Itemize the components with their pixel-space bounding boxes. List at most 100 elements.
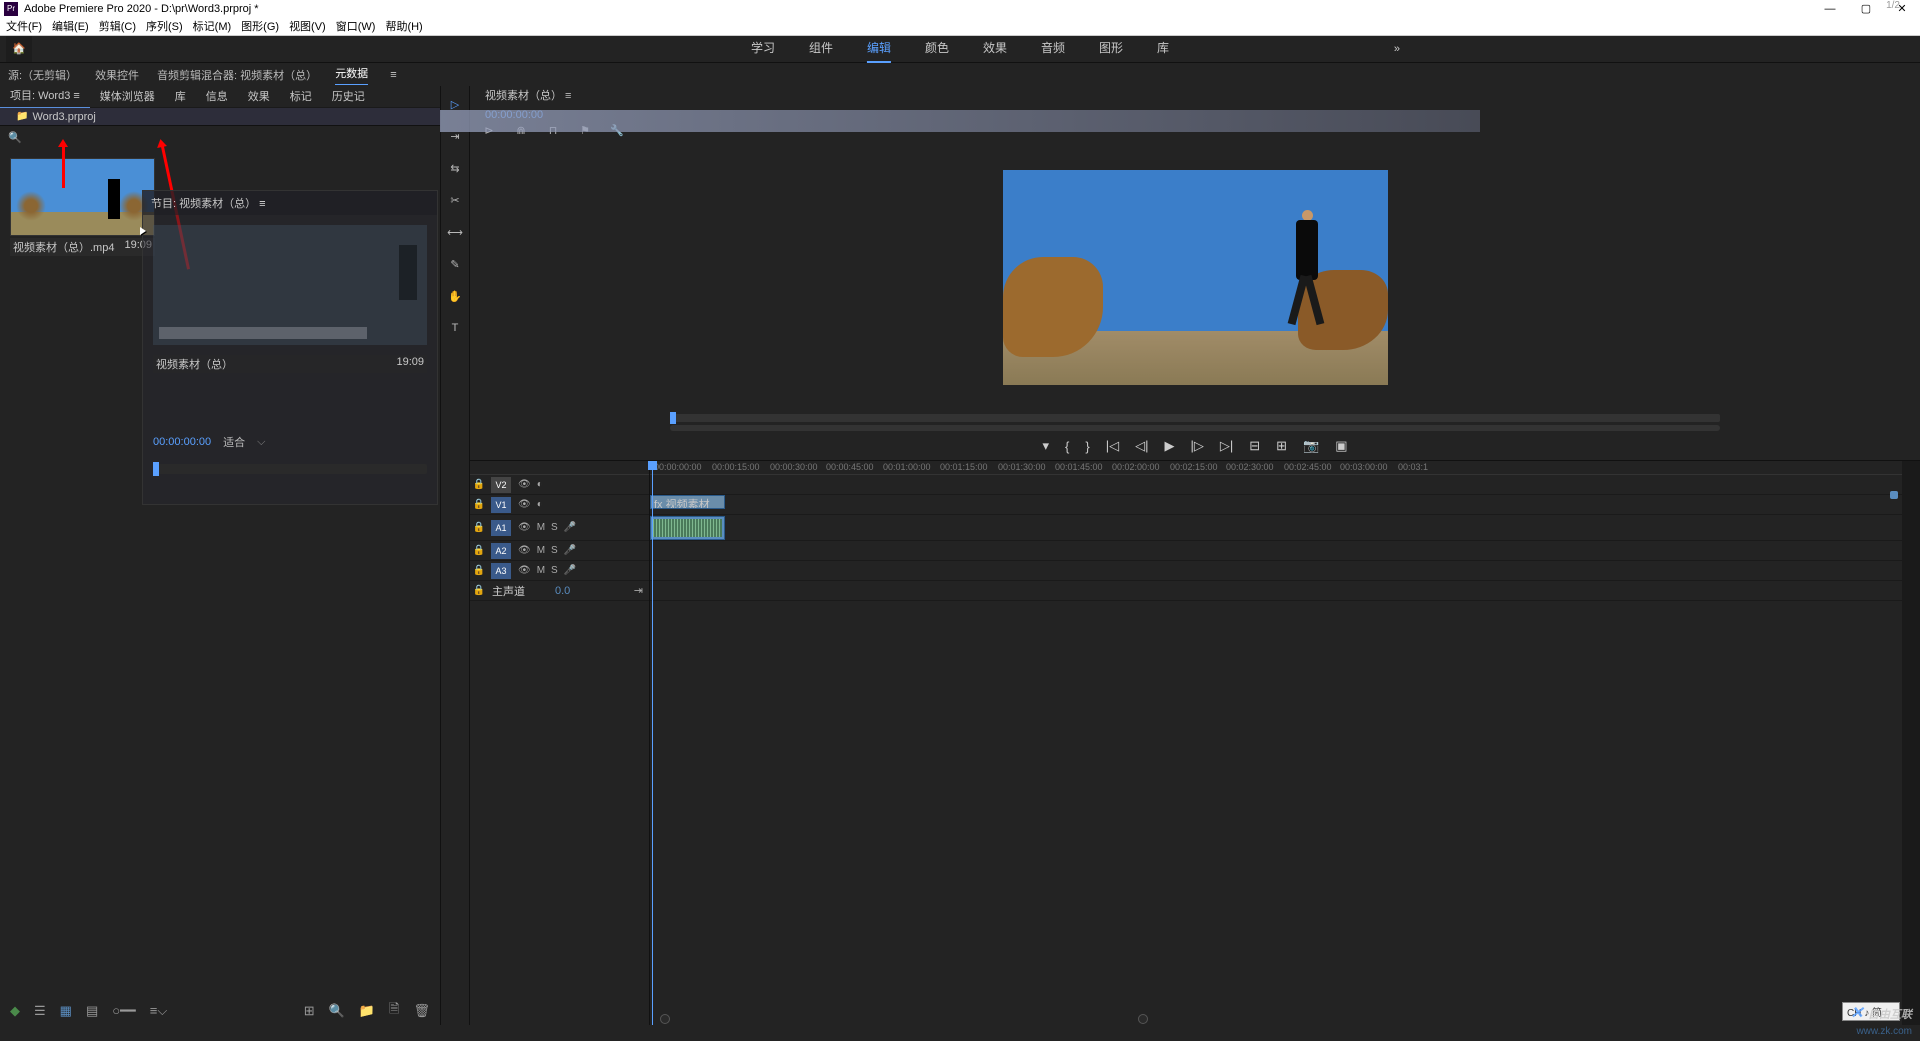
- track-v1[interactable]: V1: [491, 497, 511, 513]
- home-button[interactable]: 🏠: [6, 36, 32, 62]
- ws-edit[interactable]: 编辑: [867, 35, 891, 63]
- timeline-zoom-handle[interactable]: [660, 1014, 670, 1024]
- src-zoom-fit[interactable]: 适合: [223, 434, 245, 450]
- solo-button[interactable]: S: [551, 522, 558, 533]
- type-tool[interactable]: T: [446, 322, 464, 340]
- track-a3[interactable]: A3: [491, 563, 511, 579]
- ws-learn[interactable]: 学习: [751, 35, 775, 63]
- mark-in-button[interactable]: {: [1065, 439, 1069, 454]
- mute-button[interactable]: M: [537, 565, 545, 576]
- lock-icon[interactable]: 🔒: [470, 499, 488, 510]
- tab-effects-panel[interactable]: 效果: [238, 86, 280, 108]
- lock-icon[interactable]: 🔒: [470, 522, 488, 533]
- menu-sequence[interactable]: 序列(S): [146, 18, 183, 35]
- voice-over-icon[interactable]: 🎤: [564, 522, 576, 533]
- comparison-icon[interactable]: ▣: [1335, 438, 1347, 454]
- project-clip[interactable]: 视频素材（总）.mp419:09: [10, 158, 155, 1015]
- mark-out-button[interactable]: }: [1085, 439, 1089, 454]
- tab-source[interactable]: 源:（无剪辑）: [8, 67, 77, 83]
- ws-library[interactable]: 库: [1157, 35, 1169, 63]
- trash-icon[interactable]: 🗑: [413, 1003, 430, 1019]
- menu-window[interactable]: 窗口(W): [336, 18, 376, 35]
- list-view-icon[interactable]: ☰: [34, 1003, 46, 1019]
- video-clip[interactable]: fx 视频素材（…: [650, 495, 725, 509]
- lift-icon[interactable]: ⊟: [1249, 438, 1260, 454]
- icon-view-icon[interactable]: ▦: [60, 1003, 72, 1019]
- time-ruler[interactable]: 00:00:00:00 00:00:15:00 00:00:30:00 00:0…: [650, 461, 1902, 475]
- tab-project[interactable]: 项目: Word3 ≡: [0, 85, 90, 108]
- solo-button[interactable]: S: [551, 565, 558, 576]
- mute-button[interactable]: M: [537, 545, 545, 556]
- new-bin-icon[interactable]: 📁: [359, 1003, 375, 1019]
- sync-lock-icon[interactable]: ◐: [537, 499, 543, 510]
- project-file-row[interactable]: 📁 Word3.prproj: [0, 108, 440, 126]
- ws-audio[interactable]: 音频: [1041, 35, 1065, 63]
- menu-help[interactable]: 帮助(H): [385, 18, 422, 35]
- tab-effect-controls[interactable]: 效果控件: [95, 67, 139, 83]
- ws-graphics[interactable]: 图形: [1099, 35, 1123, 63]
- track-v2[interactable]: V2: [491, 477, 511, 493]
- search-icon[interactable]: 🔍: [8, 131, 22, 144]
- tab-markers[interactable]: 标记: [280, 86, 322, 108]
- track-master[interactable]: 主声道: [492, 583, 525, 599]
- toggle-output-icon[interactable]: 👁: [518, 565, 531, 576]
- ws-assembly[interactable]: 组件: [809, 35, 833, 63]
- freeform-view-icon[interactable]: ▤: [86, 1003, 98, 1019]
- zoom-dropdown-icon[interactable]: ⌵: [257, 436, 265, 449]
- maximize-button[interactable]: ▢: [1848, 0, 1884, 18]
- ripple-edit-tool[interactable]: ⇆: [446, 162, 464, 180]
- zoom-slider[interactable]: ○━━: [112, 1003, 136, 1019]
- tab-audio-mixer[interactable]: 音频剪辑混合器: 视频素材（总）: [157, 67, 317, 83]
- voice-over-icon[interactable]: 🎤: [564, 545, 576, 556]
- find-icon[interactable]: 🔍: [329, 1003, 345, 1019]
- sort-icon[interactable]: ≡⌵: [150, 1003, 167, 1019]
- lock-icon[interactable]: 🔒: [470, 545, 488, 556]
- voice-over-icon[interactable]: 🎤: [564, 565, 576, 576]
- new-item-button[interactable]: 🗎: [389, 1000, 399, 1022]
- tab-info[interactable]: 信息: [196, 86, 238, 108]
- timeline-zoom-handle[interactable]: [1138, 1014, 1148, 1024]
- menu-edit[interactable]: 编辑(E): [52, 18, 89, 35]
- sync-lock-icon[interactable]: ◐: [537, 479, 543, 490]
- toggle-output-icon[interactable]: 👁: [518, 522, 531, 533]
- toggle-output-icon[interactable]: 👁: [518, 545, 531, 556]
- ws-effects[interactable]: 效果: [983, 35, 1007, 63]
- expand-icon[interactable]: ⇥: [634, 584, 643, 597]
- step-fwd-icon[interactable]: |▷: [1190, 438, 1203, 454]
- settings-gear-icon[interactable]: [1890, 491, 1898, 499]
- mute-button[interactable]: M: [537, 522, 545, 533]
- go-to-out-icon[interactable]: ▷|: [1220, 438, 1233, 454]
- extract-icon[interactable]: ⊞: [1276, 438, 1287, 454]
- tab-metadata[interactable]: 元数据: [335, 65, 368, 85]
- toggle-output-icon[interactable]: 👁: [518, 499, 531, 510]
- floating-source-monitor[interactable]: 节目: 视频素材（总） ≡ 视频素材（总）19:09 00:00:00:00 适…: [142, 190, 438, 505]
- timeline-tracks[interactable]: 00:00:00:00 00:00:15:00 00:00:30:00 00:0…: [650, 461, 1902, 1025]
- toggle-output-icon[interactable]: 👁: [518, 479, 531, 490]
- tab-media-browser[interactable]: 媒体浏览器: [90, 86, 165, 108]
- program-monitor[interactable]: [470, 142, 1920, 412]
- lock-icon[interactable]: 🔒: [470, 585, 488, 596]
- master-value[interactable]: 0.0: [555, 585, 570, 597]
- project-bins[interactable]: 视频素材（总）.mp419:09 节目: 视频素材（总） ≡ 视频素材（总）19…: [0, 148, 440, 1025]
- slip-tool[interactable]: ⟷: [446, 226, 464, 244]
- track-a1[interactable]: A1: [491, 520, 511, 536]
- hand-tool[interactable]: ✋: [446, 290, 464, 308]
- menu-file[interactable]: 文件(F): [6, 18, 42, 35]
- play-button[interactable]: ▶: [1164, 438, 1174, 454]
- go-to-in-icon[interactable]: |◁: [1106, 438, 1119, 454]
- step-back-icon[interactable]: ◁|: [1135, 438, 1148, 454]
- audio-clip[interactable]: [650, 516, 725, 540]
- menu-marker[interactable]: 标记(M): [193, 18, 232, 35]
- menu-view[interactable]: 视图(V): [289, 18, 326, 35]
- tab-library[interactable]: 库: [165, 86, 196, 108]
- playhead[interactable]: [652, 461, 653, 1025]
- razor-tool[interactable]: ✂: [446, 194, 464, 212]
- src-timecode[interactable]: 00:00:00:00: [153, 436, 211, 448]
- track-select-tool[interactable]: ⇥: [446, 130, 464, 148]
- minimize-button[interactable]: —: [1812, 0, 1848, 18]
- tab-history[interactable]: 历史记: [322, 86, 375, 108]
- menu-clip[interactable]: 剪辑(C): [99, 18, 136, 35]
- lock-icon[interactable]: 🔒: [470, 565, 488, 576]
- menu-graphics[interactable]: 图形(G): [241, 18, 279, 35]
- export-frame-icon[interactable]: 📷: [1303, 438, 1319, 454]
